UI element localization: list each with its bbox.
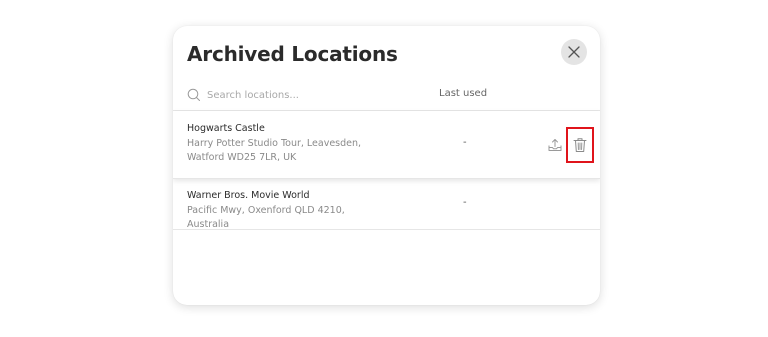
table-header: Last used bbox=[173, 82, 600, 111]
unarchive-icon bbox=[548, 139, 562, 151]
close-icon bbox=[568, 46, 580, 58]
close-button[interactable] bbox=[561, 39, 587, 65]
column-header-last-used[interactable]: Last used bbox=[439, 88, 487, 99]
dialog-title: Archived Locations bbox=[187, 42, 398, 66]
location-last-used: - bbox=[463, 197, 467, 208]
archived-locations-dialog: Archived Locations Last used Hogwarts Ca… bbox=[173, 26, 600, 305]
search-input[interactable] bbox=[207, 89, 407, 101]
unarchive-button[interactable] bbox=[546, 136, 564, 154]
location-name: Hogwarts Castle bbox=[187, 123, 265, 134]
delete-button[interactable] bbox=[566, 127, 594, 163]
location-last-used: - bbox=[463, 137, 467, 148]
location-address: Pacific Mwy, Oxenford QLD 4210, Australi… bbox=[187, 205, 345, 230]
trash-icon bbox=[573, 138, 587, 152]
location-row[interactable]: Hogwarts Castle Harry Potter Studio Tour… bbox=[173, 111, 600, 179]
location-address: Harry Potter Studio Tour, Leavesden, Wat… bbox=[187, 138, 362, 163]
location-row[interactable]: Warner Bros. Movie World Pacific Mwy, Ox… bbox=[173, 179, 600, 230]
search-box[interactable] bbox=[187, 85, 417, 105]
location-name: Warner Bros. Movie World bbox=[187, 190, 310, 201]
search-icon bbox=[187, 88, 201, 102]
